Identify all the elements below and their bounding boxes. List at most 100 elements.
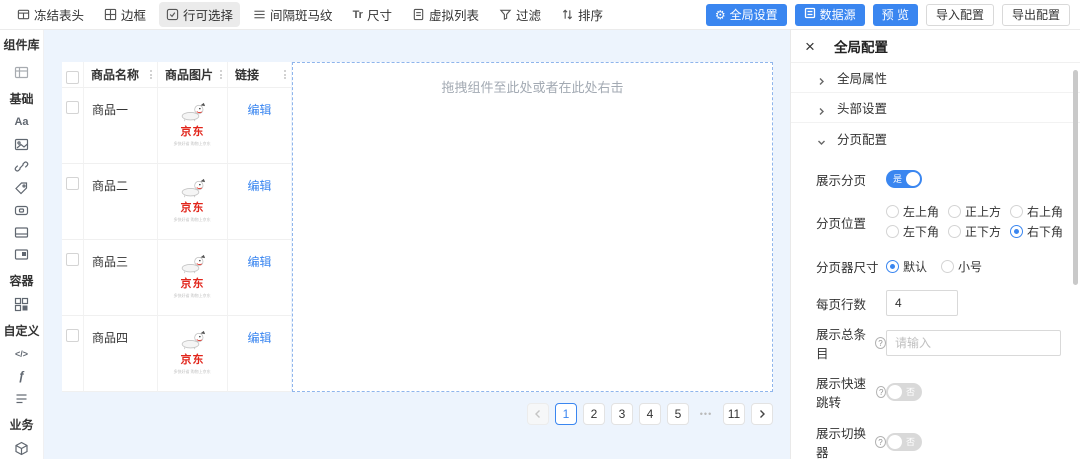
button-icon[interactable] [12,201,32,219]
radio-bottom-center[interactable]: 正下方 [948,223,1010,240]
select-all-checkbox[interactable] [66,71,79,84]
tag-icon[interactable] [12,179,32,197]
field-show-total: 展示总条目 ? [816,324,1080,362]
toolbar-item-label: 冻结表头 [34,5,84,24]
drop-area-hint: 拖拽组件至此处或者在此处右击 [293,77,772,96]
section-pagination-config[interactable]: 分页配置 [791,123,1080,153]
filter-icon [499,8,512,21]
help-icon[interactable]: ? [875,337,886,349]
edit-link[interactable]: 编辑 [247,329,271,391]
image-icon[interactable] [12,135,32,153]
component-table-icon[interactable] [12,63,32,81]
text-icon[interactable]: Aa [12,113,32,131]
row-checkbox[interactable] [66,177,79,190]
page-button[interactable]: 5 [667,403,689,425]
card-icon[interactable] [12,223,32,241]
toolbar-item-freeze-header[interactable]: 冻结表头 [10,2,91,27]
button-label: 全局设置 [730,6,778,23]
custom-list-icon[interactable] [12,389,32,407]
formula-icon[interactable]: ƒ [12,367,32,385]
button-label: 导入配置 [936,6,984,23]
row-checkbox[interactable] [66,329,79,342]
help-icon[interactable]: ? [876,386,886,398]
radio-top-right[interactable]: 右上角 [1010,203,1072,220]
product-name: 商品二 [84,164,158,240]
quick-jump-toggle[interactable]: 否 [886,383,922,401]
product-table: 商品名称 商品图片 链接 商品一 [62,62,291,392]
page-button[interactable]: 11 [723,403,745,425]
font-size-icon: Tr [353,9,363,21]
radio-top-left[interactable]: 左上角 [886,203,948,220]
field-label: 分页位置 [816,213,886,232]
toolbar-item-row-select[interactable]: 行可选择 [159,2,240,27]
switcher-toggle[interactable]: 否 [886,433,922,451]
design-canvas[interactable]: 商品名称 商品图片 链接 商品一 [44,30,790,459]
cube-icon[interactable] [12,439,32,457]
more-pages-button[interactable]: ••• [695,403,717,425]
section-label: 分页配置 [837,129,887,148]
jd-mascot-icon [176,330,210,350]
help-icon[interactable]: ? [875,436,886,448]
toolbar-item-border[interactable]: 边框 [97,2,153,27]
sidebar-section-container: 容器 [9,272,33,289]
toolbar-item-zebra-stripe[interactable]: 间隔斑马纹 [246,2,340,27]
rows-per-page-input[interactable] [886,290,958,316]
section-header-settings[interactable]: 头部设置 [791,93,1080,123]
column-menu-icon[interactable] [150,70,157,79]
component-drop-area[interactable]: 拖拽组件至此处或者在此处右击 [292,62,773,392]
panel-scrollbar[interactable] [1073,70,1078,285]
preview-button[interactable]: 预 览 [873,4,918,26]
row-checkbox[interactable] [66,101,79,114]
radio-bottom-left[interactable]: 左下角 [886,223,948,240]
show-pagination-toggle[interactable]: 是 [886,170,922,188]
column-menu-icon[interactable] [220,70,227,79]
toolbar-item-filter[interactable]: 过滤 [492,2,548,27]
media-card-icon[interactable] [12,245,32,263]
toolbar-item-label: 尺寸 [367,5,392,24]
section-global-props[interactable]: 全局属性 [791,63,1080,93]
table-row: 商品一 京东 多快好省 购物上京东 编辑 [62,88,291,164]
edit-link[interactable]: 编辑 [247,101,271,163]
datasource-button[interactable]: 数据源 [795,4,865,26]
field-switcher: 展示切换器 ? 否 [816,423,1080,459]
page-button[interactable]: 1 [555,403,577,425]
datasource-icon [804,7,816,22]
radio-bottom-right[interactable]: 右下角 [1010,223,1072,240]
edit-link[interactable]: 编辑 [247,177,271,239]
export-config-button[interactable]: 导出配置 [1002,4,1070,26]
link-icon[interactable] [12,157,32,175]
radio-size-small[interactable]: 小号 [941,258,982,275]
field-quick-jump: 展示快速跳转 ? 否 [816,373,1080,411]
select-all-cell [62,62,84,88]
sidebar-section-business: 业务 [9,416,33,433]
jd-logo-text: 京东 [181,123,205,139]
column-menu-icon[interactable] [284,70,291,79]
table-header-row: 商品名称 商品图片 链接 [62,62,291,88]
radio-top-center[interactable]: 正上方 [948,203,1010,220]
page-button[interactable]: 2 [583,403,605,425]
grid-layout-icon[interactable] [12,295,32,313]
global-settings-button[interactable]: ⚙ 全局设置 [706,4,787,26]
table-row: 商品三 京东 多快好省 购物上京东 编辑 [62,240,291,316]
jd-mascot-icon [176,254,210,274]
page-button[interactable]: 3 [611,403,633,425]
import-config-button[interactable]: 导入配置 [926,4,994,26]
show-total-input[interactable] [886,330,1061,356]
row-checkbox[interactable] [66,253,79,266]
toolbar-item-sort[interactable]: 排序 [554,2,610,27]
next-page-button[interactable] [751,403,773,425]
prev-page-button[interactable] [527,403,549,425]
toolbar-item-virtual-list[interactable]: 虚拟列表 [405,2,486,27]
panel-header: × 全局配置 [791,30,1080,63]
chevron-right-icon [817,103,826,112]
edit-link[interactable]: 编辑 [247,253,271,315]
radio-size-default[interactable]: 默认 [886,258,927,275]
close-icon[interactable]: × [805,38,823,55]
field-label: 展示快速跳转 ? [816,373,886,411]
section-label: 头部设置 [837,98,887,117]
jd-logo-text: 京东 [181,275,205,291]
top-toolbar: 冻结表头 边框 行可选择 间隔斑马纹 Tr 尺寸 虚拟列表 [0,0,1080,30]
page-button[interactable]: 4 [639,403,661,425]
code-icon[interactable]: </> [12,345,32,363]
toolbar-item-size[interactable]: Tr 尺寸 [346,2,399,27]
